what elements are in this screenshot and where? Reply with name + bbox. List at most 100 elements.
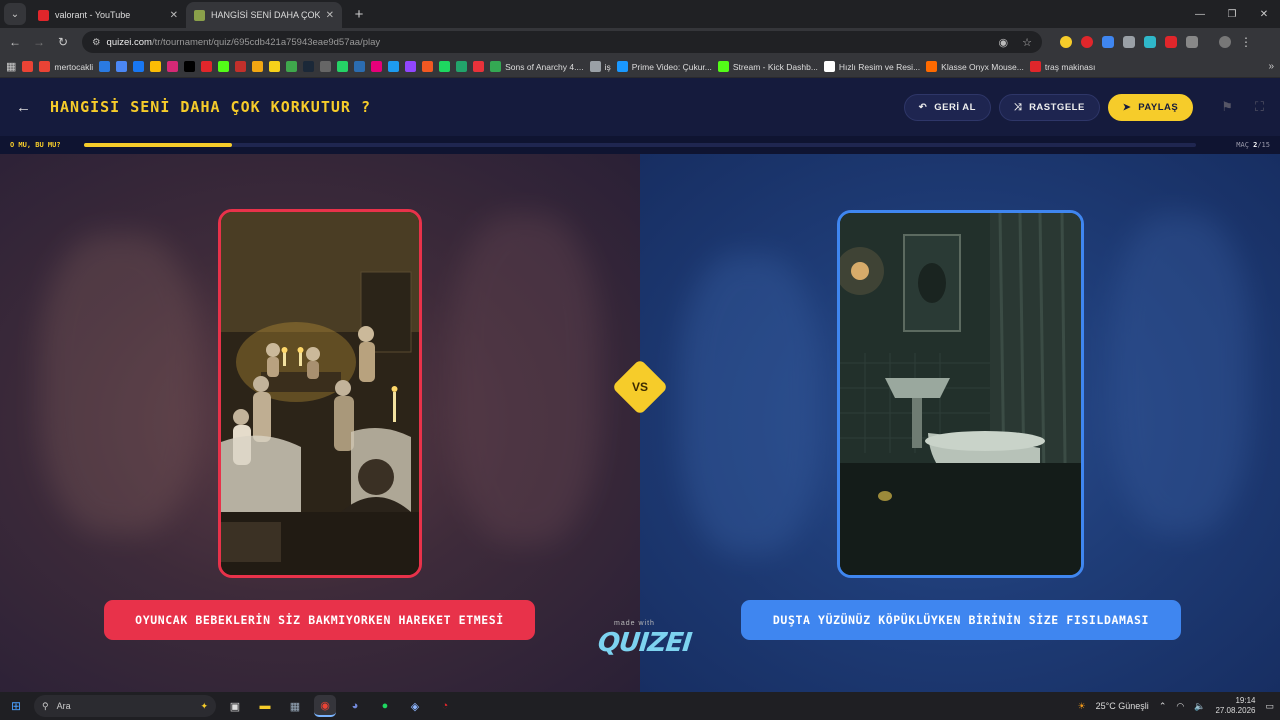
menu-kebab-icon[interactable]: ⋮ [1240,35,1252,49]
bookmark-item[interactable]: Hızlı Resim ve Resi... [823,61,920,72]
volume-icon[interactable]: 🔈 [1194,701,1205,712]
extension-icon[interactable] [1165,36,1177,48]
bookmark-item[interactable] [167,61,179,72]
quizei-logo[interactable]: QUIZEI [596,628,692,658]
bookmark-favicon-icon [717,61,729,72]
bookmark-item[interactable] [405,61,417,72]
weather-text[interactable]: 25°C Güneşli [1096,701,1149,711]
bookmark-label: traş makinası [1044,61,1096,72]
bookmark-item[interactable] [235,61,247,72]
reload-icon[interactable]: ↻ [54,35,72,49]
chrome-icon[interactable]: ◉ [314,695,336,717]
clock[interactable]: 19:14 27.08.2026 [1215,696,1255,716]
close-window-icon[interactable]: ✕ [1248,9,1280,20]
bookmark-item[interactable] [150,61,162,72]
tab-search-button[interactable]: ⌄ [4,3,26,25]
left-option-image[interactable] [218,209,422,578]
bookmark-favicon-icon [133,61,145,72]
bookmark-favicon-icon [99,61,111,72]
forward-icon[interactable]: → [30,35,48,49]
right-option-image[interactable] [837,210,1084,578]
windows-start-icon[interactable]: ⊞ [6,699,26,713]
extension-icon[interactable] [1144,36,1156,48]
star-icon[interactable]: ☆ [1022,36,1032,49]
bookmark-favicon-icon [405,61,417,72]
bookmark-item[interactable] [337,61,349,72]
restore-icon[interactable]: ❐ [1216,9,1248,20]
bookmark-favicon-icon [39,61,51,72]
bookmark-item[interactable] [286,61,298,72]
file-explorer-icon[interactable]: ▬ [254,695,276,717]
chevron-up-icon[interactable]: ⌃ [1159,701,1167,712]
tab-youtube[interactable]: valorant - YouTube ✕ [30,2,186,28]
wifi-icon[interactable]: ◠ [1176,701,1184,712]
app-icon[interactable]: ◔ [434,695,456,717]
bookmark-item[interactable] [388,61,400,72]
extension-icon[interactable] [1102,36,1114,48]
profile-avatar[interactable] [1219,36,1231,48]
bookmark-item[interactable] [133,61,145,72]
bookmark-item[interactable]: iş [589,61,611,72]
site-info-icon[interactable]: ⚙ [92,37,101,48]
bookmark-item[interactable] [99,61,111,72]
bookmark-item[interactable] [320,61,332,72]
apps-grid-icon[interactable]: ▦ [6,60,16,73]
task-view-icon[interactable]: ▣ [224,695,246,717]
back-icon[interactable]: ← [6,35,24,49]
bookmark-favicon-icon [235,61,247,72]
bookmark-item[interactable]: Sons of Anarchy 4.... [490,61,584,72]
flag-icon[interactable]: ⚑ [1221,99,1233,115]
back-arrow-icon[interactable]: ← [16,99,40,116]
bookmark-item[interactable] [184,61,196,72]
taskbar-search-input[interactable]: ⚲ Ara ✦ [34,695,216,717]
bookmark-item[interactable] [439,61,451,72]
extension-icon[interactable] [1081,36,1093,48]
bathroom-illustration [840,213,1081,575]
left-option-button[interactable]: OYUNCAK BEBEKLERİN SİZ BAKMIYORKEN HAREK… [104,600,535,640]
extension-icon[interactable] [1060,36,1072,48]
bookmark-item[interactable] [22,61,34,72]
bookmark-item[interactable]: Stream - Kick Dashb... [717,61,818,72]
bookmark-item[interactable]: mertocakli [39,61,93,72]
extensions-puzzle-icon[interactable] [1186,36,1198,48]
notifications-icon[interactable]: ▭ [1265,701,1274,712]
spotify-icon[interactable]: ● [374,695,396,717]
bookmark-item[interactable] [303,61,315,72]
calculator-icon[interactable]: ▦ [284,695,306,717]
right-option-button[interactable]: DUŞTA YÜZÜNÜZ KÖPÜKLÜYKEN BİRİNİN SİZE F… [741,600,1181,640]
bookmark-item[interactable] [116,61,128,72]
bookmark-item[interactable] [218,61,230,72]
undo-button[interactable]: ↶ GERİ AL [903,93,991,121]
extension-icon[interactable] [1123,36,1135,48]
bookmark-item[interactable]: Klasse Onyx Mouse... [926,61,1024,72]
minimize-icon[interactable]: — [1184,9,1216,20]
bookmark-item[interactable] [252,61,264,72]
page-title: HANGİSİ SENİ DAHA ÇOK KORKUTUR ? [50,98,371,116]
bookmark-item[interactable] [201,61,213,72]
random-button[interactable]: ⤨ RASTGELE [998,93,1100,121]
bookmark-item[interactable] [269,61,281,72]
eye-off-icon[interactable]: ◉ [999,36,1009,49]
bookmark-item[interactable]: traş makinası [1029,61,1096,72]
bookmark-item[interactable] [422,61,434,72]
close-icon[interactable]: ✕ [170,10,178,21]
close-icon[interactable]: ✕ [326,10,334,21]
tab-quizei[interactable]: HANGİSİ SENİ DAHA ÇOK KORK ✕ [186,2,342,28]
new-tab-button[interactable]: + [348,3,370,25]
steam-icon[interactable]: ◈ [404,695,426,717]
clock-date: 27.08.2026 [1215,706,1256,715]
bookmark-item[interactable]: Prime Video: Çukur... [616,61,712,72]
made-with-text: made with [614,620,655,627]
quiz-header: ← HANGİSİ SENİ DAHA ÇOK KORKUTUR ? ↶ GER… [0,78,1280,136]
url-host: quizei.com [106,36,152,48]
url-input[interactable]: ⚙ quizei.com/tr/tournament/quiz/695cdb42… [82,31,1042,53]
discord-icon[interactable]: ◕ [344,695,366,717]
bookmark-item[interactable] [371,61,383,72]
bookmark-item[interactable] [473,61,485,72]
share-button[interactable]: ➤ PAYLAŞ [1107,93,1194,121]
fullscreen-icon[interactable]: ⛶ [1255,99,1264,115]
bookmark-item[interactable] [354,61,366,72]
bookmark-favicon-icon [371,61,383,72]
bookmarks-overflow-icon[interactable]: » [1268,61,1274,72]
bookmark-item[interactable] [456,61,468,72]
